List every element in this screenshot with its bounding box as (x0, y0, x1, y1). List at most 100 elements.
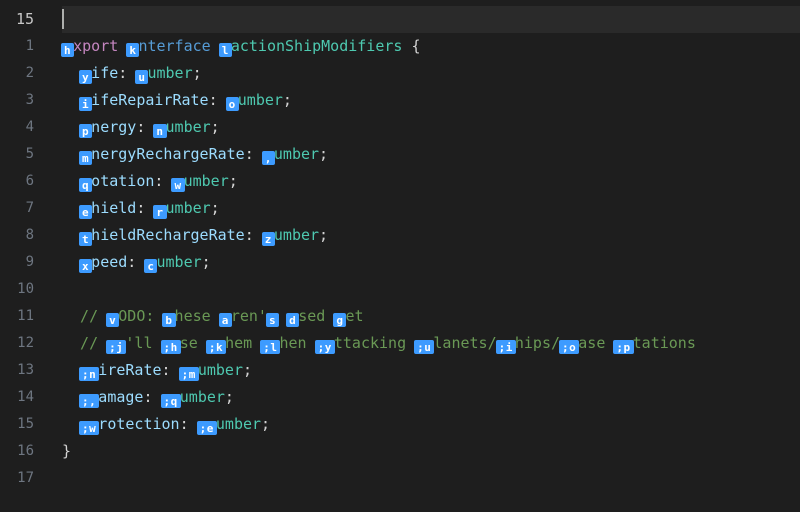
jump-hint[interactable]: ;e (197, 421, 217, 435)
jump-hint[interactable]: ;u (414, 340, 434, 354)
jump-hint[interactable]: ;q (161, 394, 181, 408)
line-number: 8 (0, 222, 42, 249)
code-line[interactable]: ehield: rumber; (62, 195, 800, 222)
jump-hint[interactable]: q (79, 178, 92, 192)
code-token: : (245, 226, 263, 244)
jump-hint[interactable]: t (79, 232, 92, 246)
code-token: ; (229, 172, 238, 190)
jump-hint[interactable]: r (153, 205, 166, 219)
jump-hint[interactable]: y (79, 70, 92, 84)
code-line[interactable]: pnergy: number; (62, 114, 800, 141)
jump-hint[interactable]: c (144, 259, 157, 273)
code-token: nergyRechargeRate (91, 145, 245, 163)
code-token: amage (98, 388, 143, 406)
code-line[interactable]: // vODO: bhese aren's dsed get (62, 303, 800, 330)
jump-hint[interactable]: a (219, 313, 232, 327)
jump-hint[interactable]: ;, (79, 394, 99, 408)
code-line[interactable]: iifeRepairRate: oumber; (62, 87, 800, 114)
line-number: 15 (0, 411, 42, 438)
line-number: 5 (0, 141, 42, 168)
code-token: : (180, 415, 198, 433)
code-token: umber (184, 172, 229, 190)
code-line[interactable]: yife: uumber; (62, 60, 800, 87)
code-token: ; (243, 361, 252, 379)
jump-hint[interactable]: l (219, 43, 232, 57)
jump-hint[interactable]: h (61, 43, 74, 57)
code-token: ; (211, 199, 220, 217)
jump-hint[interactable]: x (79, 259, 92, 273)
jump-hint[interactable]: ;h (161, 340, 181, 354)
jump-hint[interactable]: k (126, 43, 139, 57)
jump-hint[interactable]: ;w (79, 421, 99, 435)
text-cursor (62, 9, 64, 29)
code-line[interactable]: ;,amage: ;qumber; (62, 384, 800, 411)
jump-hint[interactable]: v (106, 313, 119, 327)
line-number: 16 (0, 438, 42, 465)
jump-hint[interactable]: s (266, 313, 279, 327)
jump-hint[interactable]: m (79, 151, 92, 165)
code-line[interactable]: } (62, 438, 800, 465)
jump-hint[interactable]: ;n (79, 367, 99, 381)
line-number: 4 (0, 114, 42, 141)
jump-hint[interactable]: n (153, 124, 166, 138)
code-token: : (143, 388, 161, 406)
code-token: ; (283, 91, 292, 109)
code-line[interactable]: hxport knterface lactionShipModifiers { (62, 33, 800, 60)
code-editor[interactable]: 15 1234567891011121314151617 hxport knte… (0, 0, 800, 512)
code-token: umber (274, 145, 319, 163)
code-token: ase (578, 334, 614, 352)
code-token: hese (175, 307, 220, 325)
code-line[interactable] (62, 465, 800, 492)
code-token: ; (202, 253, 211, 271)
code-line[interactable]: qotation: wumber; (62, 168, 800, 195)
jump-hint[interactable]: w (171, 178, 184, 192)
code-token: ODO: (118, 307, 163, 325)
code-token: ; (211, 118, 220, 136)
line-number: 2 (0, 60, 42, 87)
code-token: } (62, 442, 71, 460)
code-token: ifeRepairRate (91, 91, 208, 109)
jump-hint[interactable]: , (262, 151, 275, 165)
jump-hint[interactable]: ;y (315, 340, 335, 354)
code-line[interactable]: mnergyRechargeRate: ,umber; (62, 141, 800, 168)
code-line[interactable]: ;wrotection: ;eumber; (62, 411, 800, 438)
jump-hint[interactable]: ;o (559, 340, 579, 354)
jump-hint[interactable]: ;l (260, 340, 280, 354)
code-token: se (180, 334, 207, 352)
code-token: ireRate (98, 361, 161, 379)
code-area[interactable]: hxport knterface lactionShipModifiers {y… (54, 0, 800, 512)
code-line[interactable]: thieldRechargeRate: zumber; (62, 222, 800, 249)
jump-hint[interactable]: u (135, 70, 148, 84)
jump-hint[interactable]: g (333, 313, 346, 327)
code-line[interactable] (62, 276, 800, 303)
jump-hint[interactable]: i (79, 97, 92, 111)
jump-hint[interactable]: p (79, 124, 92, 138)
code-line[interactable]: xpeed: cumber; (62, 249, 800, 276)
code-token: ren' (231, 307, 267, 325)
jump-hint[interactable]: ;m (179, 367, 199, 381)
code-line[interactable]: ;nireRate: ;mumber; (62, 357, 800, 384)
code-token: 'll (125, 334, 161, 352)
jump-hint[interactable]: ;k (206, 340, 226, 354)
code-token: peed (91, 253, 127, 271)
jump-hint[interactable]: e (79, 205, 92, 219)
jump-hint[interactable]: o (226, 97, 239, 111)
jump-hint[interactable]: b (162, 313, 175, 327)
code-line[interactable]: // ;j'll ;hse ;khem ;lhen ;yttacking ;ul… (62, 330, 800, 357)
line-number: 17 (0, 465, 42, 492)
jump-hint[interactable]: ;i (496, 340, 516, 354)
code-token: ; (225, 388, 234, 406)
code-token: umber (238, 91, 283, 109)
line-number: 9 (0, 249, 42, 276)
jump-hint[interactable]: z (262, 232, 275, 246)
jump-hint[interactable]: d (286, 313, 299, 327)
code-token: nergy (91, 118, 136, 136)
code-token: hen (279, 334, 315, 352)
jump-hint[interactable]: ;p (613, 340, 633, 354)
code-token: hieldRechargeRate (91, 226, 245, 244)
line-number: 3 (0, 87, 42, 114)
jump-hint[interactable]: ;j (106, 340, 126, 354)
line-number: 14 (0, 384, 42, 411)
code-token: : (209, 91, 227, 109)
code-token: otation (91, 172, 154, 190)
